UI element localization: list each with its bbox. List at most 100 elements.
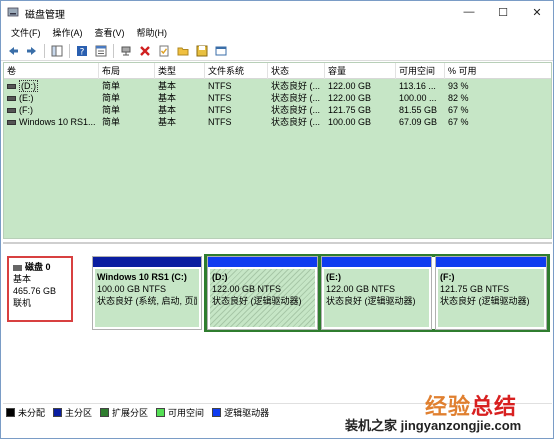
toolbar: ? (1, 41, 553, 61)
column-layout[interactable]: 布局 (99, 63, 155, 79)
layout-cell: 简单 (102, 105, 121, 115)
layout-cell: 简单 (102, 117, 121, 127)
legend-label: 可用空间 (168, 408, 205, 418)
console-tree-icon[interactable] (49, 43, 65, 59)
folder-icon[interactable] (175, 43, 191, 59)
table-row[interactable]: Windows 10 RS1... 简单 基本 NTFS 状态良好 (... 1… (4, 116, 551, 128)
volume-cell: (F:) (4, 104, 99, 116)
forward-arrow-icon[interactable] (24, 43, 40, 59)
filesystem-cell: NTFS (208, 117, 232, 127)
table-row[interactable]: (E:) 简单 基本 NTFS 状态良好 (... 122.00 GB 100.… (4, 92, 551, 104)
disk-row: 磁盘 0 基本 465.76 GB 联机 Windows 10 RS1 (C:)… (5, 254, 550, 332)
partition-d[interactable]: (D:) 122.00 GB NTFS 状态良好 (逻辑驱动器) (207, 256, 318, 330)
logical-drive-bar (208, 257, 317, 267)
percent-free-cell: 93 % (448, 81, 469, 91)
close-button[interactable]: ✕ (521, 1, 553, 23)
capacity-cell: 122.00 GB (328, 93, 372, 103)
connect-icon[interactable] (118, 43, 134, 59)
disk-map: 磁盘 0 基本 465.76 GB 联机 Windows 10 RS1 (C:)… (3, 242, 552, 402)
table-row[interactable]: (F:) 简单 基本 NTFS 状态良好 (... 121.75 GB 81.5… (4, 104, 551, 116)
filesystem-cell: NTFS (208, 93, 232, 103)
partition-body: (E:) 122.00 GB NTFS 状态良好 (逻辑驱动器) (324, 269, 429, 327)
volume-cell: (E:) (4, 92, 99, 104)
save-icon[interactable] (194, 43, 210, 59)
volume-name: (F:) (19, 105, 33, 115)
disk-label[interactable]: 磁盘 0 基本 465.76 GB 联机 (7, 256, 73, 322)
maximize-button[interactable]: ☐ (487, 1, 519, 23)
partition-size: 122.00 GB NTFS (326, 284, 396, 294)
type-cell: 基本 (158, 105, 177, 115)
filesystem-cell: NTFS (208, 105, 232, 115)
partition-body: (F:) 121.75 GB NTFS 状态良好 (逻辑驱动器) (438, 269, 544, 327)
partition-size: 121.75 GB NTFS (440, 284, 510, 294)
capacity-cell: 122.00 GB (328, 81, 372, 91)
toolbar-separator (44, 43, 45, 58)
capacity-cell: 121.75 GB (328, 105, 372, 115)
partition-title: (F:) (440, 272, 455, 282)
layout-cell: 简单 (102, 93, 121, 103)
legend-swatch (156, 408, 166, 417)
legend-unallocated: 未分配 (6, 406, 45, 419)
partition-body: Windows 10 RS1 (C:) 100.00 GB NTFS 状态良好 … (95, 269, 199, 327)
column-capacity[interactable]: 容量 (325, 63, 396, 79)
capacity-cell: 100.00 GB (328, 117, 372, 127)
partition-status: 状态良好 (系统, 启动, 页面 (97, 296, 197, 306)
logical-drive-bar (436, 257, 546, 267)
minimize-button[interactable]: — (453, 1, 485, 23)
volume-icon (7, 84, 16, 90)
partition-c[interactable]: Windows 10 RS1 (C:) 100.00 GB NTFS 状态良好 … (92, 256, 202, 330)
window-icon[interactable] (213, 43, 229, 59)
column-volume[interactable]: 卷 (4, 63, 99, 79)
volume-icon (7, 96, 16, 102)
partition-e[interactable]: (E:) 122.00 GB NTFS 状态良好 (逻辑驱动器) (321, 256, 432, 330)
legend-swatch (100, 408, 110, 417)
filesystem-cell: NTFS (208, 81, 232, 91)
partition-status: 状态良好 (逻辑驱动器) (440, 296, 530, 306)
svg-text:?: ? (80, 47, 85, 57)
volume-name: (D:) (19, 80, 38, 92)
volume-name: (E:) (19, 93, 34, 103)
primary-partition-bar (93, 257, 201, 267)
disk-type: 基本 (13, 274, 32, 284)
free-space-cell: 100.00 ... (399, 93, 437, 103)
partition-size: 100.00 GB NTFS (97, 284, 167, 294)
partition-status: 状态良好 (逻辑驱动器) (212, 296, 302, 306)
column-filesystem[interactable]: 文件系统 (205, 63, 268, 79)
legend-label: 扩展分区 (112, 408, 149, 418)
menu-bar: 文件(F) 操作(A) 查看(V) 帮助(H) (1, 23, 553, 41)
column-type[interactable]: 类型 (155, 63, 205, 79)
properties-list-icon[interactable] (93, 43, 109, 59)
menu-help[interactable]: 帮助(H) (131, 26, 174, 39)
column-percent-free[interactable]: % 可用 (445, 63, 551, 79)
table-row[interactable]: (D:) 简单 基本 NTFS 状态良好 (... 122.00 GB 113.… (4, 80, 551, 92)
menu-file[interactable]: 文件(F) (5, 26, 47, 39)
percent-free-cell: 67 % (448, 105, 469, 115)
help-icon[interactable]: ? (74, 43, 90, 59)
partition-f[interactable]: (F:) 121.75 GB NTFS 状态良好 (逻辑驱动器) (435, 256, 547, 330)
check-document-icon[interactable] (156, 43, 172, 59)
layout-cell: 简单 (102, 81, 121, 91)
column-free-space[interactable]: 可用空间 (396, 63, 445, 79)
toolbar-separator (69, 43, 70, 58)
column-status[interactable]: 状态 (268, 63, 325, 79)
menu-view[interactable]: 查看(V) (89, 26, 131, 39)
legend-swatch (6, 408, 15, 417)
legend-label: 未分配 (18, 408, 46, 418)
menu-action[interactable]: 操作(A) (47, 26, 89, 39)
delete-x-icon[interactable] (137, 43, 153, 59)
partition-body: (D:) 122.00 GB NTFS 状态良好 (逻辑驱动器) (210, 269, 315, 327)
percent-free-cell: 82 % (448, 93, 469, 103)
volume-cell: (D:) (4, 80, 99, 92)
status-cell: 状态良好 (... (271, 117, 320, 127)
watermark-site: 装机之家 jingyanzongjie.com (345, 418, 522, 433)
window-title: 磁盘管理 (25, 10, 65, 21)
title-bar: 磁盘管理 — ☐ ✕ (1, 1, 553, 23)
partition-title: (D:) (212, 272, 228, 282)
hard-disk-icon (13, 264, 22, 271)
volume-cell: Windows 10 RS1... (4, 116, 99, 128)
type-cell: 基本 (158, 117, 177, 127)
partition-status: 状态良好 (逻辑驱动器) (326, 296, 416, 306)
disk-name: 磁盘 0 (25, 262, 51, 272)
partition-title: (E:) (326, 272, 341, 282)
back-arrow-icon[interactable] (5, 43, 21, 59)
